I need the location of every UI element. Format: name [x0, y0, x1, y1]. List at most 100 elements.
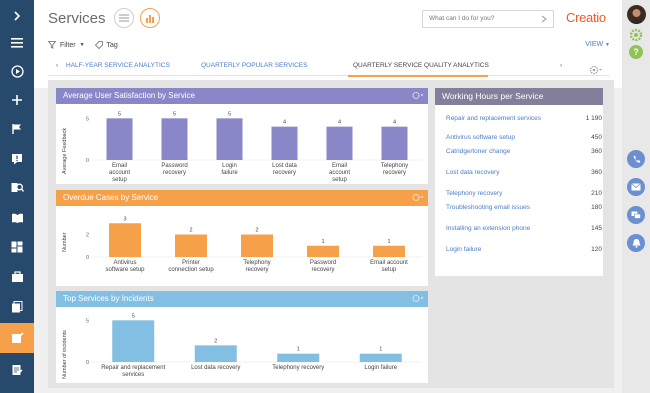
overdue-bar-chart: 0 2 3 Antivirus software setup 2 Printer connec… [86, 216, 422, 273]
chart-bar[interactable] [109, 223, 141, 257]
tab-quarterly-quality[interactable]: QUARTERLY SERVICE QUALITY ANALYTICS [353, 62, 489, 69]
alert-chat-icon[interactable] [0, 145, 34, 173]
arrow-right-icon[interactable] [540, 14, 548, 24]
flag-icon[interactable] [0, 115, 34, 143]
list-icon [119, 14, 129, 22]
expand-menu-icon[interactable] [0, 2, 34, 30]
filter-button[interactable]: Filter [60, 42, 76, 49]
command-search-input[interactable]: What can I do for you? [422, 10, 554, 28]
dashboard-settings-button[interactable] [589, 62, 602, 80]
hours-list-item: Catridge/toner change 360 [446, 148, 602, 160]
cases-icon[interactable] [0, 263, 34, 291]
bar-value-label: 1 [379, 347, 382, 353]
top-services-chart-header: Top Services by Incidents [56, 291, 428, 307]
hours-service-link[interactable]: Troubleshooting email issues [446, 204, 546, 212]
documents-icon[interactable] [0, 293, 34, 321]
chart-bar[interactable] [112, 320, 155, 362]
overdue-chart-header: Overdue Cases by Service [56, 190, 428, 206]
hours-list-item: Troubleshooting email issues 180 [446, 204, 602, 216]
category-tick-label: Email account setup [370, 260, 408, 273]
knowledge-book-icon[interactable] [0, 204, 34, 232]
page-title: Services [48, 10, 106, 27]
filter-icon [48, 41, 56, 49]
bar-value-label: 4 [393, 120, 396, 126]
tab-quarterly-popular[interactable]: QUARTERLY POPULAR SERVICES [201, 62, 307, 69]
chart-bar[interactable] [326, 126, 353, 160]
overdue-chart-panel: Overdue Cases by Service Number 0 2 3 Antiv… [56, 190, 428, 286]
hours-value: 360 [591, 169, 602, 176]
hours-value: 360 [591, 148, 602, 155]
user-avatar[interactable] [627, 5, 646, 24]
search-records-icon[interactable] [0, 174, 34, 202]
hours-value: 1 190 [585, 115, 602, 122]
chart-bar[interactable] [161, 118, 188, 160]
chart-bar[interactable] [194, 345, 237, 362]
chart-bar[interactable] [381, 126, 408, 160]
tag-button[interactable]: Tag [107, 42, 118, 49]
satisfaction-bar-chart: 0 5 5 Email account setup 5 Password recovery 5 Lo… [86, 111, 422, 183]
hours-service-link[interactable]: Login failure [446, 246, 546, 254]
chart-bar[interactable] [175, 234, 207, 258]
page-header: Services What can I do for you? Creatio … [34, 0, 622, 88]
list-view-button[interactable] [114, 8, 134, 28]
notes-icon[interactable] [0, 356, 34, 384]
help-icon[interactable]: ? [629, 45, 643, 59]
chat-icon[interactable] [627, 206, 645, 224]
dashboard-icon[interactable] [0, 233, 34, 261]
chart-bar[interactable] [373, 245, 405, 257]
chart-bar[interactable] [271, 126, 298, 160]
hours-service-link[interactable]: Catridge/toner change [446, 148, 546, 156]
hours-service-link[interactable]: Antivirus software setup [446, 134, 546, 142]
chart-bar[interactable] [106, 118, 133, 160]
panel-settings-icon[interactable] [412, 91, 424, 100]
hours-list-item: Login failure 120 [446, 246, 602, 258]
chart-bar[interactable] [277, 353, 320, 362]
y-tick-label: 5 [86, 116, 89, 122]
analytics-view-button[interactable] [140, 8, 160, 28]
tabs-prev-icon[interactable]: ‹ [56, 62, 58, 69]
hours-service-link[interactable]: Repair and replacement services [446, 115, 546, 123]
bar-value-label: 5 [118, 111, 121, 117]
hours-service-link[interactable]: Installing an extension phone [446, 225, 546, 233]
main-sidebar [0, 0, 34, 393]
hamburger-menu-icon[interactable] [0, 29, 34, 57]
bar-value-label: 3 [123, 216, 126, 222]
active-tab-indicator [348, 75, 488, 77]
service-catalog-icon[interactable] [0, 323, 34, 353]
hours-value: 180 [591, 204, 602, 211]
add-icon[interactable] [0, 86, 34, 114]
phone-icon[interactable] [627, 150, 645, 168]
filter-dropdown-icon[interactable]: ▼ [80, 42, 85, 48]
hours-value: 210 [591, 190, 602, 197]
chart-bar[interactable] [307, 245, 339, 257]
category-tick-label: Password recovery [310, 260, 336, 273]
hours-list-item: Lost data recovery 360 [446, 169, 602, 181]
hours-value: 145 [591, 225, 602, 232]
bar-value-label: 2 [214, 338, 217, 344]
panel-settings-icon[interactable] [412, 294, 424, 303]
tabs-next-icon[interactable]: › [560, 62, 562, 69]
view-button-label: VIEW [585, 41, 604, 48]
email-icon[interactable] [627, 178, 645, 196]
hours-value: 120 [591, 246, 602, 253]
hours-service-link[interactable]: Telephony recovery [446, 190, 546, 198]
view-button[interactable]: VIEW ▼ [585, 41, 610, 48]
tab-half-year-analytics[interactable]: HALF-YEAR SERVICE ANALYTICS [66, 62, 170, 69]
hours-service-link[interactable]: Lost data recovery [446, 169, 546, 177]
notification-bell-icon[interactable] [627, 234, 645, 252]
panel-settings-icon[interactable] [412, 193, 424, 202]
hours-list-item: Repair and replacement services 1 190 [446, 115, 602, 127]
chart-bar[interactable] [241, 234, 273, 258]
bar-value-label: 5 [132, 313, 135, 319]
chart-bar[interactable] [216, 118, 243, 160]
bar-value-label: 1 [321, 239, 324, 245]
bar-value-label: 2 [255, 228, 258, 234]
y-tick-label: 0 [86, 255, 89, 261]
overdue-chart-title: Overdue Cases by Service [63, 193, 159, 202]
working-hours-header: Working Hours per Service [435, 88, 603, 105]
play-process-icon[interactable] [0, 57, 34, 85]
satisfaction-chart-panel: Average User Satisfaction by Service Ave… [56, 88, 428, 184]
category-tick-label: Antivirus software setup [105, 260, 145, 273]
chart-bar[interactable] [359, 353, 402, 362]
gear-icon [589, 65, 602, 75]
